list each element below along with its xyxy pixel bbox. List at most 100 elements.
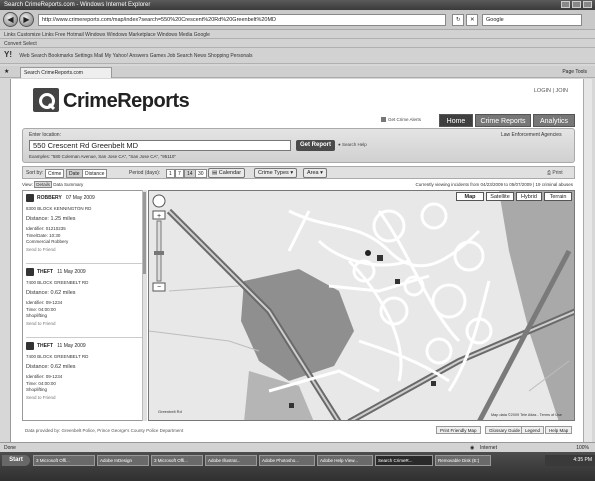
calendar-label: Calendar (218, 170, 242, 176)
view-summary[interactable]: Summary (64, 182, 83, 187)
map-type-satellite[interactable]: Satellite (486, 192, 514, 201)
taskbar-item[interactable]: Adobe Photosho... (259, 455, 315, 466)
status-bar: Done ◉ Internet 100% (0, 442, 595, 452)
back-button[interactable]: ◀ (3, 12, 18, 27)
incident-identifier: Identifier: 01210235 (26, 226, 66, 231)
page-scrollbar[interactable] (583, 79, 592, 442)
view-details[interactable]: Details (34, 181, 52, 188)
browser-tab[interactable]: Search CrimeReports.com (20, 67, 112, 78)
minimize-icon[interactable] (561, 1, 570, 8)
crime-alerts-label: Get Crime Alerts (388, 117, 422, 122)
area-label: Area (307, 170, 319, 176)
close-icon[interactable] (583, 1, 592, 8)
view-row: View: Details Data Summary Currently vie… (22, 181, 575, 190)
window-title: Search CrimeReports.com - Windows Intern… (4, 2, 151, 8)
print-label: Print (552, 170, 563, 176)
map-type-terrain[interactable]: Terrain (544, 192, 572, 201)
incident-marker-icon[interactable] (395, 279, 400, 284)
agencies-link[interactable]: Law Enforcement Agencies (501, 132, 562, 138)
list-item[interactable]: THEFT 11 May 2009 7400 BLOCK GREENBELT RD… (26, 342, 142, 420)
area-button[interactable]: Area ▾ (303, 168, 327, 178)
print-friendly-map-button[interactable]: Print Friendly Map (436, 426, 481, 434)
search-help-label: Search Help (341, 142, 367, 147)
sort-distance[interactable]: Distance (82, 169, 108, 178)
calendar-button[interactable]: ▤ Calendar (208, 168, 246, 178)
taskbar-item[interactable]: Adobe Help View... (317, 455, 373, 466)
nav-tab-analytics[interactable]: Analytics (533, 114, 575, 127)
login-link[interactable]: LOGIN | JOIN (534, 88, 568, 94)
crime-map[interactable]: + − (148, 190, 575, 421)
send-to-friend-link[interactable]: Send to Friend (26, 395, 56, 400)
send-to-friend-link[interactable]: Send to Friend (26, 247, 56, 252)
sort-date[interactable]: Date (66, 169, 83, 178)
incident-type: THEFT (37, 343, 54, 349)
incident-date: 07 May 2009 (65, 195, 95, 201)
incident-distance: Distance: 0.62 miles (26, 364, 76, 370)
incident-marker-icon[interactable] (289, 403, 294, 408)
map-copyright[interactable]: Map data ©2009 Tele Atlas - Terms of Use (491, 413, 562, 417)
send-to-friend-link[interactable]: Send to Friend (26, 321, 56, 326)
refresh-icon[interactable]: ↻ (452, 14, 464, 26)
links-bar-text[interactable]: Links Customize Links Free Hotmail Windo… (4, 32, 210, 38)
maximize-icon[interactable] (572, 1, 581, 8)
start-button[interactable]: Start (2, 455, 30, 466)
incident-detail: Shoplifting (26, 313, 48, 318)
map-type-hybrid[interactable]: Hybrid (516, 192, 542, 201)
list-item[interactable]: THEFT 11 May 2009 7400 BLOCK GREENBELT RD… (26, 268, 142, 336)
map-type-map[interactable]: Map (456, 192, 484, 201)
site-logo[interactable]: CrimeReports (63, 90, 190, 113)
print-button[interactable]: ⎙ Print (547, 170, 563, 176)
taskbar-item[interactable]: Removable Disk (E:) (435, 455, 491, 466)
yahoo-toolbar-text[interactable]: Web Search Bookmarks Settings Mail My Ya… (19, 53, 252, 59)
tab-bar: ★ Search CrimeReports.com Page Tools (0, 66, 595, 78)
incident-type: THEFT (37, 269, 54, 275)
tab-label: Search CrimeReports.com (24, 70, 83, 76)
incident-type: ROBBERY (37, 195, 62, 201)
list-scrollbar-thumb[interactable] (143, 192, 146, 274)
clock[interactable]: 4:35 PM (573, 457, 592, 463)
map-street-label: Greenbelt Rd (158, 409, 182, 414)
internet-zone-icon: ◉ (470, 445, 475, 451)
yahoo-toolbar: Y! Web Search Bookmarks Settings Mail My… (0, 48, 595, 64)
legend-button[interactable]: Legend (521, 426, 545, 434)
get-report-button[interactable]: Get Report (296, 140, 335, 151)
glossary-button[interactable]: Glossary Guide (485, 426, 525, 434)
period-label: Period (days): (129, 170, 161, 176)
taskbar-item-active[interactable]: Search CrimeR... (375, 455, 433, 466)
period-1[interactable]: 1 (166, 169, 175, 178)
search-help-link[interactable]: ● Search Help (338, 142, 367, 147)
incident-marker-icon[interactable] (377, 255, 383, 261)
view-data[interactable]: Data (53, 182, 63, 187)
crime-alerts-link[interactable]: Get Crime Alerts (381, 117, 422, 123)
taskbar-item[interactable]: 3 Microsoft Offi... (151, 455, 203, 466)
nav-tab-crime-reports[interactable]: Crime Reports (475, 114, 531, 127)
incident-marker-icon[interactable] (431, 381, 436, 386)
forward-button[interactable]: ▶ (19, 12, 34, 27)
help-icon: ● (338, 142, 341, 147)
yahoo-logo[interactable]: Y! (4, 50, 12, 59)
period-14[interactable]: 14 (184, 169, 196, 178)
list-item[interactable]: ROBBERY 07 May 2009 8300 BLOCK KENNINGTON… (26, 194, 142, 262)
convert-toolbar-text[interactable]: Convert Select (4, 41, 37, 47)
taskbar-item[interactable]: Adobe InDesign (97, 455, 149, 466)
page-tools-menu[interactable]: Page Tools (562, 69, 587, 75)
favorites-star-icon[interactable]: ★ (4, 68, 9, 75)
sort-crime[interactable]: Crime (45, 169, 65, 178)
help-map-button[interactable]: Help Map (545, 426, 573, 434)
url-field[interactable]: http://www.crimereports.com/map/index?se… (38, 14, 446, 26)
zoom-level[interactable]: 100% (576, 445, 589, 451)
taskbar-item[interactable]: 3 Microsoft Offi... (33, 455, 95, 466)
stop-icon[interactable]: ✕ (466, 14, 478, 26)
crime-types-button[interactable]: Crime Types ▾ (254, 168, 298, 178)
period-7[interactable]: 7 (175, 169, 184, 178)
incident-address: 8300 BLOCK KENNINGTON RD (26, 206, 92, 211)
crimereports-logo-icon[interactable] (33, 88, 59, 112)
nav-tab-home[interactable]: Home (439, 114, 473, 127)
period-30[interactable]: 30 (195, 169, 207, 178)
taskbar-item[interactable]: Adobe Illustrat... (205, 455, 257, 466)
convert-toolbar: Convert Select (0, 39, 595, 48)
location-marker-icon[interactable] (365, 250, 371, 256)
web-search-field[interactable]: Google (482, 14, 582, 26)
theft-icon (26, 342, 34, 350)
location-search-input[interactable]: 550 Crescent Rd Greenbelt MD (29, 140, 291, 151)
